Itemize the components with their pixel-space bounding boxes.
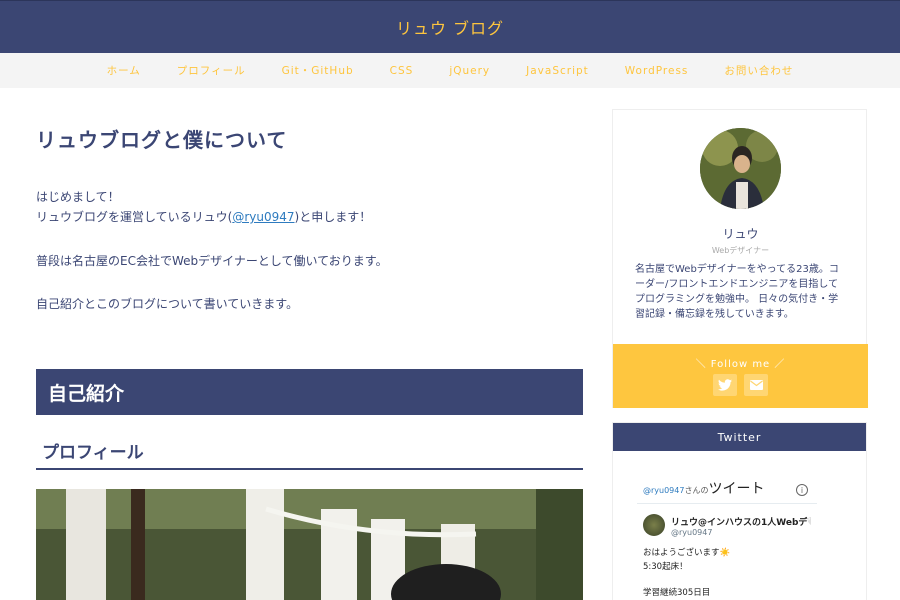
site-title[interactable]: リュウ ブログ	[396, 15, 504, 39]
nav-item-home[interactable]: ホーム	[89, 63, 159, 78]
tweet-line-1: おはようございます☀️	[643, 548, 731, 558]
intro-line-2-suffix: )と申します！	[294, 210, 372, 224]
profile-photo	[36, 489, 583, 600]
global-nav: ホーム プロフィール Git・GitHub CSS jQuery JavaScr…	[0, 53, 900, 88]
follow-me-label: ＼ Follow me ／	[695, 359, 786, 370]
tweets-header-title: ツイート	[708, 481, 765, 497]
twitter-handle-link[interactable]: @ryu0947	[232, 210, 294, 224]
tweet-author-name[interactable]: リュウ@インハウスの1人Webデ🤍	[671, 515, 811, 528]
nav-item-profile[interactable]: プロフィール	[159, 63, 264, 78]
tweets-header: @ryu0947さんのツイート	[643, 478, 764, 498]
twitter-widget: Twitter @ryu0947さんのツイート i リュウ@インハウスの1人We…	[612, 422, 867, 600]
tweet-line-3: 学習継続305日目	[643, 588, 711, 598]
section-heading: 自己紹介	[36, 369, 583, 415]
follow-twitter-button[interactable]	[713, 374, 737, 396]
twitter-widget-title: Twitter	[613, 423, 866, 451]
tweets-header-san: さんの	[684, 486, 709, 495]
follow-mail-button[interactable]	[744, 374, 768, 396]
work-paragraph: 普段は名古屋のEC会社でWebデザイナーとして働いております。	[36, 254, 388, 268]
nav-item-wordpress[interactable]: WordPress	[607, 65, 707, 77]
intro-line-2-prefix: リュウブログを運営しているリュウ(	[36, 210, 233, 224]
intro-line-2: リュウブログを運営しているリュウ(@ryu0947)と申します！	[36, 207, 371, 227]
profile-card: リュウ Webデザイナー 名古屋でWebデザイナーをやってる23歳。コーダー/フ…	[612, 109, 868, 408]
tweet-avatar[interactable]	[643, 514, 665, 536]
tweet-line-2: 5:30起床！	[643, 562, 688, 572]
twitter-icon	[718, 379, 732, 391]
nav-item-jquery[interactable]: jQuery	[431, 65, 508, 77]
profile-photo-scene	[36, 489, 583, 600]
outline-paragraph: 自己紹介とこのブログについて書いていきます。	[36, 297, 299, 311]
info-icon[interactable]: i	[796, 484, 808, 496]
follow-me-box: ＼ Follow me ／	[613, 344, 868, 408]
nav-item-contact[interactable]: お問い合わせ	[706, 63, 811, 78]
nav-item-javascript[interactable]: JavaScript	[508, 65, 607, 77]
intro-paragraph: はじめまして！ リュウブログを運営しているリュウ(@ryu0947)と申します！	[36, 187, 371, 227]
intro-line-1: はじめまして！	[36, 190, 120, 204]
page-title: リュウブログと僕について	[36, 128, 288, 152]
profile-name: リュウ	[722, 227, 759, 241]
tweets-divider	[637, 503, 817, 504]
tweets-header-handle[interactable]: @ryu0947	[643, 486, 684, 495]
profile-avatar	[700, 128, 781, 209]
mail-icon	[749, 380, 763, 390]
profile-role: Webデザイナー	[711, 246, 770, 255]
avatar-image	[700, 128, 781, 209]
tweet-author-handle[interactable]: @ryu0947	[671, 528, 712, 537]
profile-bio: 名古屋でWebデザイナーをやってる23歳。コーダー/フロントエンドエンジニアを目…	[635, 264, 839, 320]
subsection-heading: プロフィール	[36, 438, 583, 470]
nav-item-git-github[interactable]: Git・GitHub	[264, 63, 372, 78]
nav-item-css[interactable]: CSS	[372, 65, 432, 77]
site-header: リュウ ブログ	[0, 0, 900, 53]
